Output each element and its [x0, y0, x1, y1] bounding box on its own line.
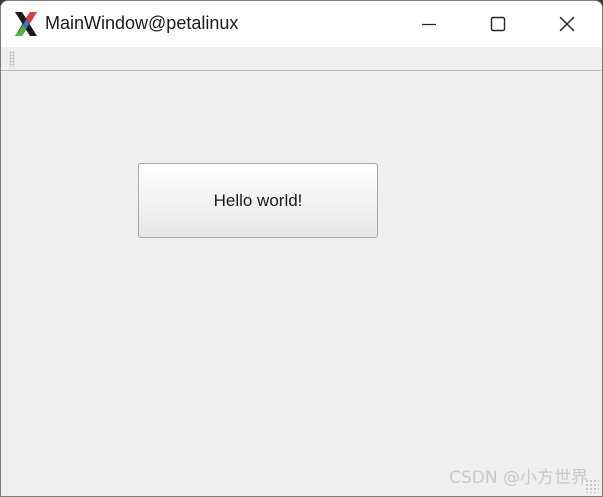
window-title: MainWindow@petalinux: [45, 13, 239, 33]
close-button[interactable]: [532, 1, 602, 47]
maximize-icon: [490, 16, 506, 32]
central-widget: Hello world!: [1, 71, 602, 496]
toolbar-grip-icon[interactable]: [9, 51, 15, 67]
maximize-button[interactable]: [463, 1, 533, 47]
toolbar: [1, 47, 602, 71]
title-bar[interactable]: MainWindow@petalinux: [1, 1, 602, 47]
watermark: CSDN @小方世界: [449, 468, 588, 488]
x-logo-icon: [13, 11, 39, 37]
main-window: MainWindow@petalinux Hello world! CSDN @…: [0, 0, 603, 497]
close-icon: [559, 16, 575, 32]
minimize-icon: [422, 23, 436, 26]
minimize-button[interactable]: [394, 1, 464, 47]
hello-world-button[interactable]: Hello world!: [138, 163, 378, 238]
